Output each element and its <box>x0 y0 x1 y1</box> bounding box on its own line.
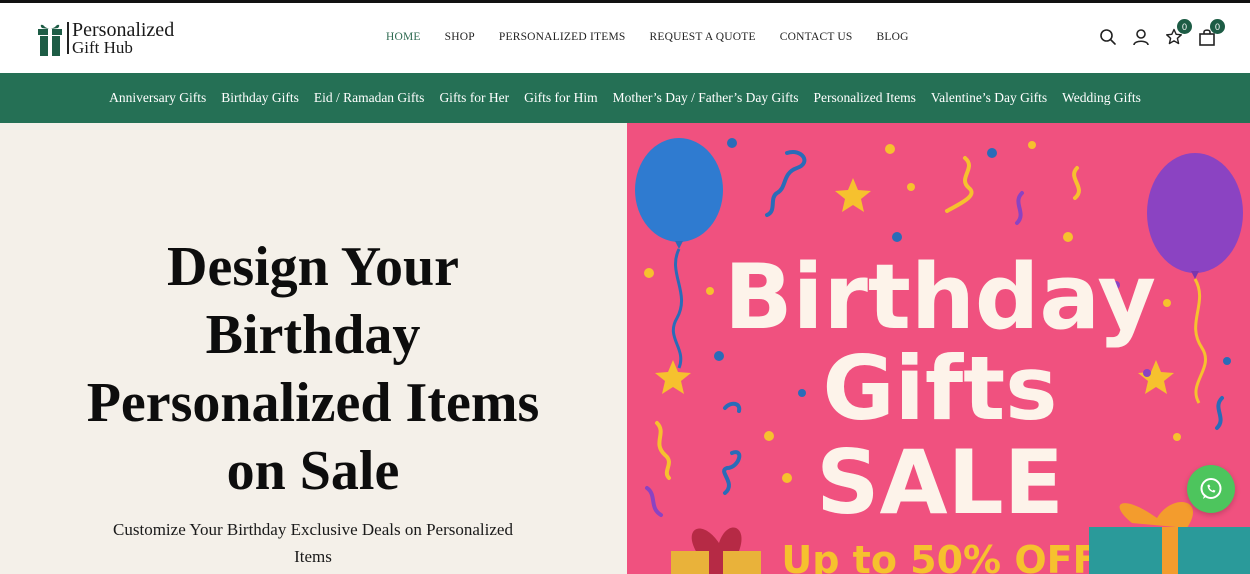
whatsapp-chat-button[interactable] <box>1187 465 1235 513</box>
purple-squiggle-1 <box>1015 191 1024 225</box>
banner-promo: Up to 50% OFF <box>781 538 1098 574</box>
category-gifts-for-him[interactable]: Gifts for Him <box>524 90 598 106</box>
nav-home[interactable]: HOME <box>386 31 421 43</box>
blue-balloon-knot <box>675 241 683 249</box>
banner-line-3: SALE <box>816 431 1064 534</box>
yellow-star-left <box>655 360 691 394</box>
whatsapp-icon <box>1200 478 1222 499</box>
cart-bag-icon[interactable]: 0 <box>1198 19 1225 46</box>
red-gift-box <box>671 527 761 574</box>
yellow-star-top <box>835 178 871 212</box>
brand-name: Personalized Gift Hub <box>72 19 175 57</box>
hero-text-panel: Design Your Birthday Personalized Items … <box>0 123 627 574</box>
purple-balloon-string <box>1193 278 1207 404</box>
birthday-sale-illustration: Birthday Gifts SALE Up to 50% OFF <box>635 138 1250 574</box>
category-bar: Anniversary Gifts Birthday Gifts Eid / R… <box>0 73 1250 123</box>
blue-squiggle-3 <box>722 450 742 495</box>
header-actions: 0 0 <box>1099 19 1225 46</box>
teal-gift-box <box>1089 501 1250 574</box>
purple-balloon <box>1147 153 1243 273</box>
brand-line-1: Personalized <box>72 19 175 41</box>
hero-banner-image[interactable]: Birthday Gifts SALE Up to 50% OFF <box>627 123 1250 574</box>
yellow-star-right <box>1138 360 1174 394</box>
cart-count-badge: 0 <box>1210 19 1225 34</box>
nav-personalized-items[interactable]: PERSONALIZED ITEMS <box>499 31 626 43</box>
banner-line-2: Gifts <box>822 337 1057 440</box>
nav-blog[interactable]: BLOG <box>877 31 909 43</box>
nav-shop[interactable]: SHOP <box>445 31 475 43</box>
nav-request-a-quote[interactable]: REQUEST A QUOTE <box>649 31 755 43</box>
purple-squiggle-2 <box>645 486 663 517</box>
yellow-squiggle-3 <box>655 421 671 480</box>
banner-line-1: Birthday <box>724 245 1156 350</box>
category-birthday-gifts[interactable]: Birthday Gifts <box>221 90 299 106</box>
blue-balloon-string <box>671 248 683 369</box>
gift-logo-icon <box>38 22 62 56</box>
category-personalized-items[interactable]: Personalized Items <box>814 90 916 106</box>
category-gifts-for-her[interactable]: Gifts for Her <box>439 90 509 106</box>
blue-squiggle-2 <box>1215 396 1224 430</box>
site-header: Personalized Gift Hub HOME SHOP PERSONAL… <box>0 3 1250 73</box>
category-wedding-gifts[interactable]: Wedding Gifts <box>1062 90 1141 106</box>
wishlist-count-badge: 0 <box>1177 19 1192 34</box>
category-eid-ramadan-gifts[interactable]: Eid / Ramadan Gifts <box>314 90 425 106</box>
blue-confetti-curve <box>723 401 742 413</box>
logo-divider <box>67 22 69 54</box>
yellow-squiggle-2 <box>1072 166 1081 200</box>
hero-title: Design Your Birthday Personalized Items … <box>86 236 540 502</box>
category-mothers-fathers-day-gifts[interactable]: Mother’s Day / Father’s Day Gifts <box>613 90 799 106</box>
yellow-squiggle-1 <box>945 156 974 213</box>
main-nav: HOME SHOP PERSONALIZED ITEMS REQUEST A Q… <box>386 31 909 43</box>
hero-subtitle: Customize Your Birthday Exclusive Deals … <box>113 520 513 566</box>
user-icon[interactable] <box>1132 28 1150 46</box>
blue-squiggle-1 <box>765 150 807 217</box>
blue-balloon <box>635 138 723 242</box>
site-logo[interactable]: Personalized Gift Hub <box>38 20 174 58</box>
brand-line-2: Gift Hub <box>72 38 133 57</box>
purple-balloon-knot <box>1191 271 1199 279</box>
search-icon[interactable] <box>1099 28 1117 46</box>
nav-contact-us[interactable]: CONTACT US <box>780 31 853 43</box>
wishlist-star-icon[interactable]: 0 <box>1165 19 1192 46</box>
category-anniversary-gifts[interactable]: Anniversary Gifts <box>109 90 206 106</box>
category-valentines-day-gifts[interactable]: Valentine’s Day Gifts <box>931 90 1047 106</box>
